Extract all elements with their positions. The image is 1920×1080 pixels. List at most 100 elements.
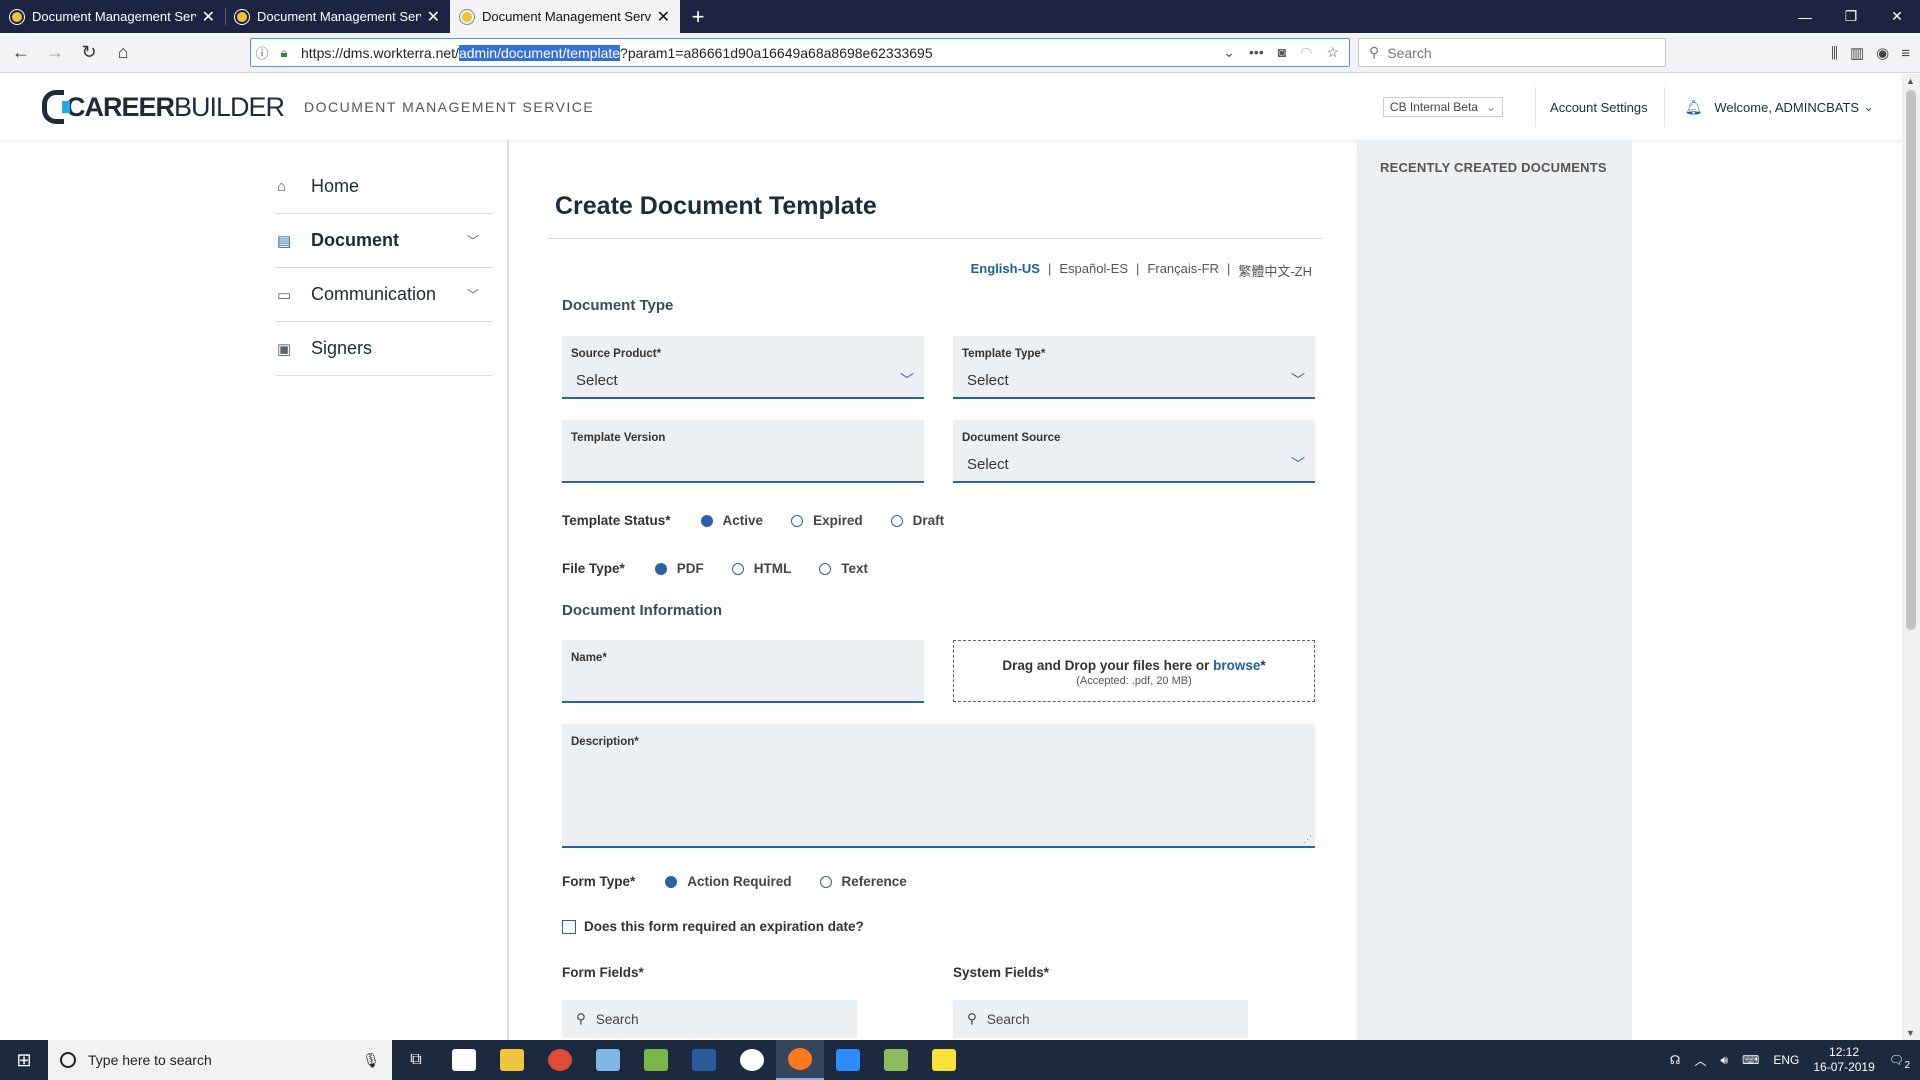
close-tab-icon[interactable]: ✕ xyxy=(427,7,440,27)
sidebar-item-signers[interactable]: ▣ Signers xyxy=(275,322,493,376)
template-version-input[interactable]: Template Version xyxy=(562,420,924,483)
file-type-text-radio[interactable]: Text xyxy=(819,561,868,576)
page-scrollbar[interactable]: ▲ ▼ xyxy=(1902,74,1920,1040)
notification-icon[interactable]: 🗨︎ 2 xyxy=(1889,1053,1910,1071)
file-dropzone[interactable]: Drag and Drop your files here or browse*… xyxy=(953,640,1315,702)
browser-search-input[interactable]: ⚲ Search xyxy=(1358,38,1666,67)
account-icon[interactable]: ◉ xyxy=(1876,44,1889,62)
browser-tab-3[interactable]: Document Management Servic ✕ xyxy=(450,0,680,33)
sidebar-item-document[interactable]: ▤ Document ﹀ xyxy=(275,214,493,268)
zoom-icon[interactable] xyxy=(824,1040,872,1080)
user-menu[interactable]: Welcome, ADMINCBATS ⌄ xyxy=(1714,99,1902,115)
slack-icon[interactable] xyxy=(728,1040,776,1080)
system-fields-search-input[interactable]: ⚲ Search xyxy=(953,1000,1248,1038)
pocket-icon[interactable]: ◙ xyxy=(1278,44,1286,61)
file-type-html-radio[interactable]: HTML xyxy=(731,561,791,576)
sticky-notes-icon[interactable] xyxy=(920,1040,968,1080)
menu-icon[interactable]: ≡ xyxy=(1901,45,1910,62)
template-status-group: Template Status* Active Expired Draft xyxy=(562,513,945,528)
taskbar-search-input[interactable]: Type here to search 🎙︎ xyxy=(48,1040,392,1080)
bell-icon[interactable]: 🔔︎ xyxy=(1665,99,1715,116)
chevron-down-icon[interactable]: ﹀ xyxy=(467,286,493,303)
browse-link[interactable]: browse xyxy=(1213,658,1260,673)
home-browser-icon[interactable]: ⌂ xyxy=(106,38,140,68)
browser-tab-1[interactable]: Document Management Servic ✕ xyxy=(0,0,225,33)
minimize-icon[interactable]: — xyxy=(1782,0,1828,33)
file-type-pdf-radio[interactable]: PDF xyxy=(654,561,704,576)
editor-app-icon[interactable] xyxy=(680,1040,728,1080)
account-settings-link[interactable]: Account Settings xyxy=(1536,100,1664,115)
form-type-group: Form Type* Action Required Reference xyxy=(562,874,907,889)
radio-selected-icon xyxy=(654,562,667,575)
sidebar-toggle-icon[interactable]: ▥ xyxy=(1850,44,1864,62)
sidebar-item-communication[interactable]: ▭ Communication ﹀ xyxy=(275,268,493,322)
info-icon[interactable]: ⓘ xyxy=(251,43,273,62)
section-heading-document-type: Document Type xyxy=(562,297,674,314)
badge-icon: ▣ xyxy=(277,340,292,358)
browser-tab-2[interactable]: Document Management Servic ✕ xyxy=(225,0,450,33)
language-indicator[interactable]: ENG xyxy=(1773,1053,1799,1067)
forward-arrow-icon[interactable]: → xyxy=(38,38,72,68)
chevron-down-icon[interactable]: ⌄ xyxy=(1223,44,1235,61)
chevron-down-icon[interactable]: ﹀ xyxy=(467,232,493,249)
chrome-icon[interactable] xyxy=(536,1040,584,1080)
resize-handle-icon[interactable]: ⋰ xyxy=(1303,834,1312,845)
file-explorer-icon[interactable] xyxy=(488,1040,536,1080)
lang-spanish[interactable]: Español-ES xyxy=(1059,261,1128,280)
archive-app-icon[interactable] xyxy=(872,1040,920,1080)
plus-icon[interactable]: + xyxy=(680,0,716,33)
form-type-action-required-radio[interactable]: Action Required xyxy=(665,874,792,889)
expiration-date-checkbox[interactable] xyxy=(562,919,576,934)
address-bar[interactable]: ⓘ 🔒︎ https://dms.workterra.net/admin/doc… xyxy=(250,38,1350,67)
more-actions-icon[interactable]: ••• xyxy=(1249,44,1264,61)
name-input[interactable]: Name* xyxy=(562,640,924,703)
status-active-radio[interactable]: Active xyxy=(700,513,763,528)
status-expired-radio[interactable]: Expired xyxy=(791,513,863,528)
scroll-down-icon[interactable]: ▼ xyxy=(1906,1028,1915,1038)
description-textarea[interactable]: Description* ⋰ xyxy=(562,724,1315,848)
lang-french[interactable]: Français-FR xyxy=(1147,261,1219,280)
windows-start-icon[interactable]: ⊞ xyxy=(0,1040,48,1080)
app-title: DOCUMENT MANAGEMENT SERVICE xyxy=(304,99,595,115)
lang-english[interactable]: English-US xyxy=(971,261,1040,280)
microphone-icon[interactable]: 🎙︎ xyxy=(362,1052,380,1069)
close-tab-icon[interactable]: ✕ xyxy=(657,7,670,27)
document-source-select[interactable]: Document Source Select ﹀ xyxy=(953,420,1315,483)
taskbar-clock[interactable]: 12:12 16-07-2019 xyxy=(1813,1045,1874,1075)
reader-icon[interactable]: ◠ xyxy=(1300,44,1312,61)
restore-icon[interactable]: ❐ xyxy=(1828,0,1874,33)
library-icon[interactable]: ⫼ xyxy=(1831,45,1838,62)
environment-select[interactable]: CB Internal Beta ⌄ xyxy=(1382,97,1504,117)
spreadsheet-icon[interactable] xyxy=(632,1040,680,1080)
source-product-select[interactable]: Source Product* Select ﹀ xyxy=(562,336,924,399)
page-title: Create Document Template xyxy=(555,192,877,220)
lang-chinese[interactable]: 繁體中文-ZH xyxy=(1238,261,1312,280)
radio-empty-icon xyxy=(791,514,804,527)
sidebar-item-home[interactable]: ⌂ Home xyxy=(275,160,493,214)
reload-icon[interactable]: ↻ xyxy=(72,38,106,68)
volume-icon[interactable]: 🔊︎ xyxy=(1720,1053,1728,1068)
scroll-thumb[interactable] xyxy=(1906,90,1916,630)
status-draft-radio[interactable]: Draft xyxy=(890,513,944,528)
logo-mark-icon xyxy=(42,90,70,124)
template-type-select[interactable]: Template Type* Select ﹀ xyxy=(953,336,1315,399)
close-tab-icon[interactable]: ✕ xyxy=(202,7,215,27)
close-window-icon[interactable]: ✕ xyxy=(1874,0,1920,33)
scroll-up-icon[interactable]: ▲ xyxy=(1906,76,1915,86)
firefox-icon[interactable] xyxy=(776,1040,824,1080)
show-hidden-icons-icon[interactable]: ︿ xyxy=(1694,1052,1706,1069)
task-view-icon[interactable]: ⧉ xyxy=(392,1040,440,1080)
form-type-reference-radio[interactable]: Reference xyxy=(819,874,907,889)
notepad-icon[interactable] xyxy=(584,1040,632,1080)
expiration-date-checkbox-row[interactable]: Does this form required an expiration da… xyxy=(562,919,864,934)
form-fields-search-input[interactable]: ⚲ Search xyxy=(562,1000,857,1038)
mail-app-icon[interactable] xyxy=(440,1040,488,1080)
careerbuilder-logo[interactable]: CAREERBUILDER xyxy=(42,90,285,124)
app-header: CAREERBUILDER DOCUMENT MANAGEMENT SERVIC… xyxy=(0,74,1902,140)
bookmark-star-icon[interactable]: ☆ xyxy=(1326,44,1339,61)
back-arrow-icon[interactable]: ← xyxy=(4,38,38,68)
keyboard-icon[interactable]: ⌨ xyxy=(1742,1053,1759,1067)
search-icon: ⚲ xyxy=(1369,44,1380,60)
title-divider xyxy=(547,238,1322,239)
people-icon[interactable]: ☊ xyxy=(1670,1053,1681,1067)
